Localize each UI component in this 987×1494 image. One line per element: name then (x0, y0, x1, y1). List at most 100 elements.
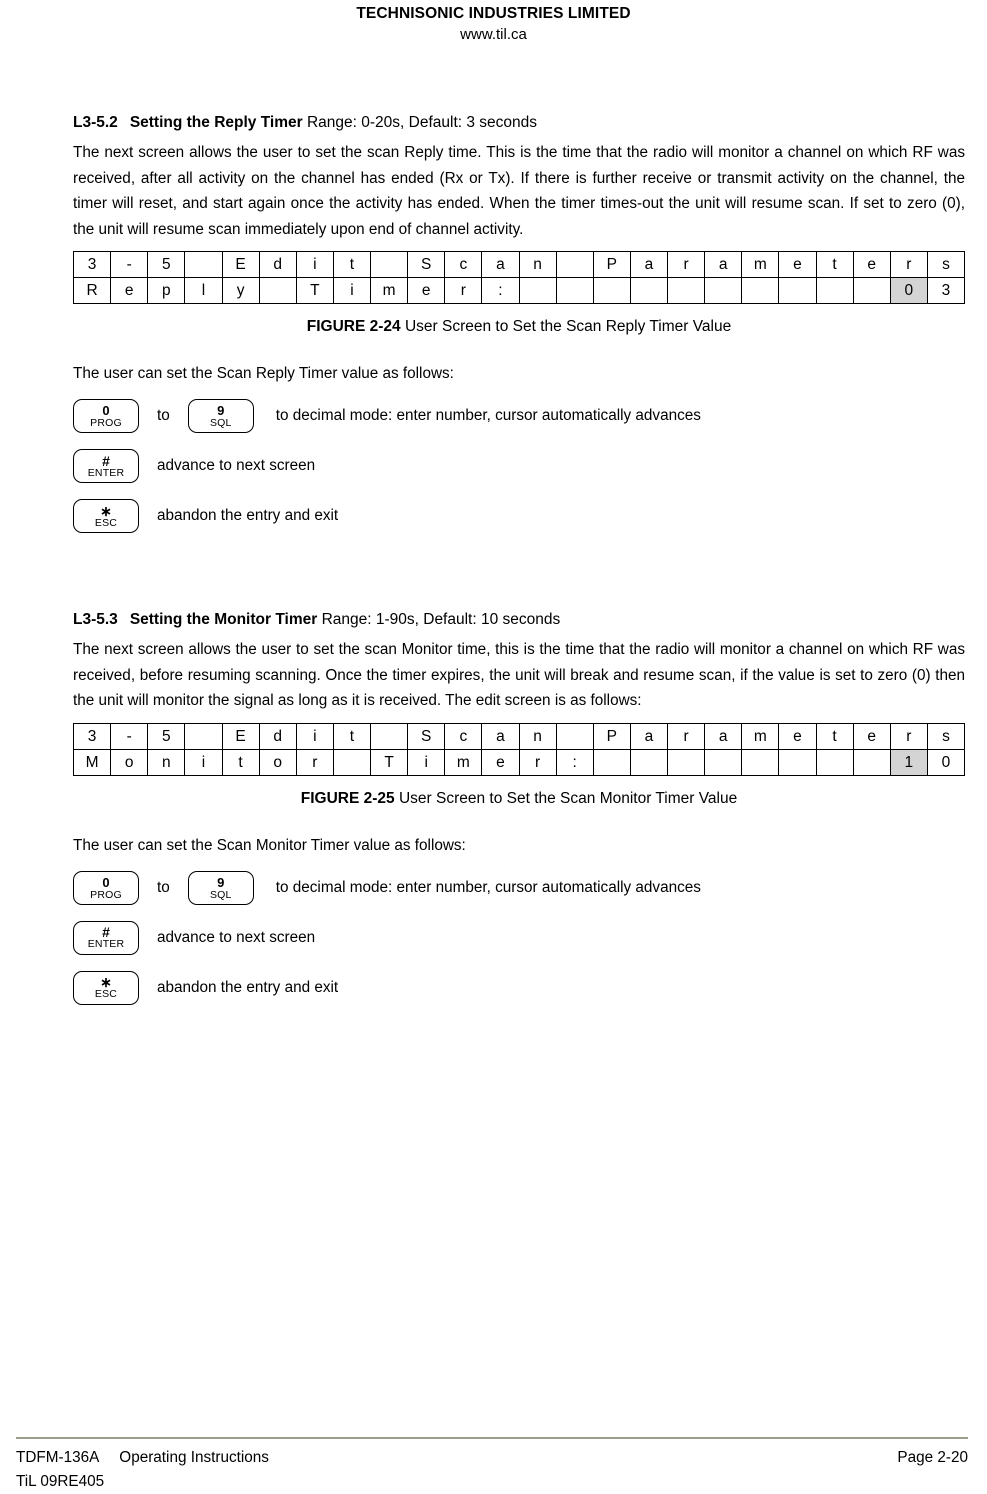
lcd-cell: e (110, 277, 149, 304)
footer-doc-type: Operating Instructions (119, 1449, 269, 1466)
lcd-cell (815, 277, 854, 304)
table-row: ReplyTimer:03 (72, 277, 966, 304)
lcd-cell (555, 722, 594, 750)
lcd-cell: l (184, 277, 223, 304)
lcd-cell: i (295, 251, 334, 278)
section-heading: L3-5.2 Setting the Reply Timer Range: 0-2… (73, 112, 965, 133)
section-l3-5-3: L3-5.3 Setting the Monitor Timer Range: 1… (72, 609, 966, 1005)
footer-main-row: TDFM-136A Operating Instructions Page 2-2… (16, 1446, 968, 1470)
figure-caption: FIGURE 2-24 User Screen to Set the Scan … (73, 316, 965, 337)
lcd-cell: c (444, 251, 483, 278)
keypad-key-sql[interactable]: 9 SQL (187, 870, 254, 905)
key-top-label: # (102, 452, 110, 469)
lcd-cell (629, 748, 669, 776)
lcd-cell: 3 (926, 277, 966, 304)
key-instruction-row: # ENTER advance to next screen (73, 449, 965, 483)
lcd-cell: T (295, 277, 334, 304)
lcd-cell (369, 722, 409, 750)
keypad-key-enter[interactable]: # ENTER (73, 920, 139, 955)
lcd-cell (741, 277, 780, 304)
lcd-cell (741, 748, 780, 776)
keypad-key-prog[interactable]: 0 PROG (73, 399, 139, 433)
key-bottom-label: SQL (209, 417, 232, 429)
lcd-cell: o (258, 748, 297, 776)
key-range-connector: to (157, 407, 170, 424)
lcd-cell: m (444, 748, 483, 776)
lcd-cell: a (629, 722, 669, 750)
key-instruction-row: 0 PROG to 9 SQL to decimal mode: enter n… (73, 399, 965, 433)
keypad-key-prog[interactable]: 0 PROG (73, 870, 139, 905)
key-instruction-row: 0 PROG to 9 SQL to decimal mode: enter n… (73, 870, 965, 905)
lcd-cell: 1 (889, 748, 928, 776)
lcd-cell: e (778, 251, 817, 278)
figure-caption-text: User Screen to Set the Scan Reply Timer … (400, 318, 732, 335)
lcd-cell: m (369, 277, 409, 304)
lcd-cell: 3 (72, 251, 112, 278)
lcd-cell: M (72, 748, 112, 776)
section-range: Range: 1-90s, Default: 10 seconds (317, 611, 561, 628)
lcd-cell (184, 722, 223, 750)
lcd-cell (704, 277, 743, 304)
lcd-cell: P (592, 251, 631, 278)
lcd-cell: E (221, 722, 260, 750)
lcd-cell: 5 (147, 251, 186, 278)
lcd-cell: s (926, 722, 966, 750)
lcd-cell: t (221, 748, 260, 776)
key-instruction-row: # ENTER advance to next screen (73, 920, 965, 955)
section-number: L3-5.3 (73, 611, 118, 628)
key-instruction-row: ∗ ESC abandon the entry and exit (73, 499, 965, 533)
lcd-cell (184, 251, 223, 278)
lcd-cell: p (147, 277, 186, 304)
lcd-cell: r (666, 251, 706, 278)
section-title: Setting the Monitor Timer (129, 611, 318, 628)
key-range-connector: to (157, 878, 170, 896)
key-instruction-list: 0 PROG to 9 SQL to decimal mode: enter n… (73, 870, 965, 1005)
section-heading: L3-5.3 Setting the Monitor Timer Range: 1… (73, 609, 965, 630)
keypad-key-enter[interactable]: # ENTER (73, 449, 139, 483)
lcd-cell: a (481, 722, 520, 750)
lcd-cell: E (221, 251, 260, 278)
keypad-key-esc[interactable]: ∗ ESC (73, 970, 139, 1005)
footer-model: TDFM-136A (16, 1449, 100, 1466)
lcd-cell: : (481, 277, 520, 304)
lcd-cell: a (481, 251, 520, 278)
key-top-label: 9 (217, 874, 225, 890)
lcd-cell (704, 748, 743, 776)
document-content: L3-5.2 Setting the Reply Timer Range: 0-2… (72, 112, 966, 1021)
key-description: abandon the entry and exit (157, 978, 339, 996)
key-description: abandon the entry and exit (157, 507, 339, 524)
lcd-screen-table-2-24: 3-5EditScanParameters ReplyTimer:03 (72, 251, 966, 304)
lcd-cell: e (407, 277, 446, 304)
lcd-cell: o (110, 748, 149, 776)
table-row: 3-5EditScanParameters (72, 251, 966, 278)
keypad-key-esc[interactable]: ∗ ESC (73, 499, 139, 533)
lcd-cell (815, 748, 854, 776)
lcd-cell: 0 (926, 748, 966, 776)
key-bottom-label: ESC (94, 516, 118, 529)
lcd-cell (592, 277, 631, 304)
document-footer: TDFM-136A Operating Instructions Page 2-2… (16, 1446, 968, 1494)
figure-caption: FIGURE 2-25 User Screen to Set the Scan … (73, 788, 965, 809)
lcd-cell: i (295, 722, 334, 750)
lcd-cell: y (221, 277, 260, 304)
lcd-cell (852, 277, 891, 304)
key-bottom-label: ENTER (87, 938, 125, 950)
key-instruction-list: 0 PROG to 9 SQL to decimal mode: enter n… (73, 399, 965, 533)
lcd-cell: m (741, 722, 780, 750)
key-bottom-label: ENTER (87, 466, 125, 479)
figure-label: FIGURE 2-25 (300, 789, 395, 807)
keypad-key-sql[interactable]: 9 SQL (187, 399, 254, 433)
key-bottom-label: PROG (90, 417, 122, 429)
lcd-cell: r (889, 722, 928, 750)
figure-label: FIGURE 2-24 (306, 318, 401, 335)
lcd-cell (332, 748, 372, 776)
key-top-label: # (102, 924, 110, 940)
lcd-cell: i (184, 748, 223, 776)
lcd-cell: d (258, 251, 297, 278)
company-name: TECHNISONIC INDUSTRIES LIMITED (356, 5, 631, 22)
lcd-cell (258, 277, 297, 304)
key-list-lead-in: The user can set the Scan Reply Timer va… (73, 365, 454, 382)
lcd-cell (778, 277, 817, 304)
lcd-cell: t (815, 722, 854, 750)
